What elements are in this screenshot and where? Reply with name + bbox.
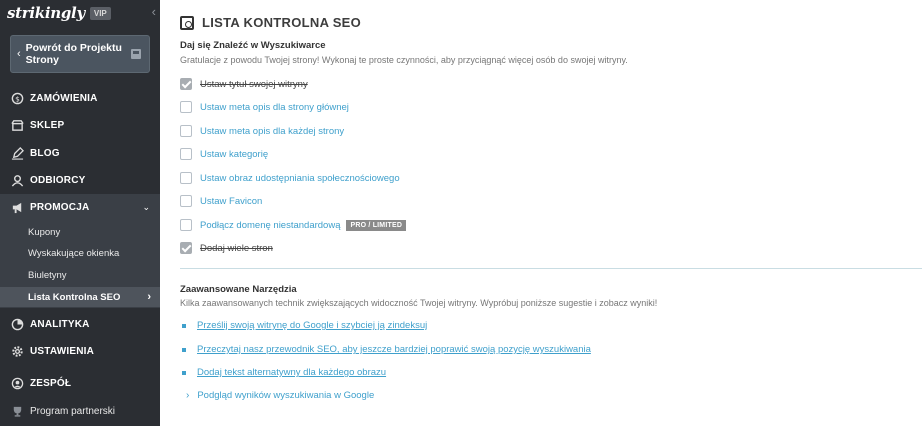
- chevron-left-icon: ‹: [17, 48, 21, 60]
- pen-icon: [10, 146, 24, 160]
- nav-label: ZESPÓŁ: [30, 377, 72, 389]
- sub-item-lista-kontrolna-seo[interactable]: Lista Kontrolna SEO ›: [0, 287, 160, 307]
- bullet: [182, 347, 186, 352]
- tool-link[interactable]: Prześlij swoją witrynę do Google i szybc…: [180, 320, 427, 331]
- checklist-item[interactable]: Dodaj wiele stron: [180, 241, 273, 255]
- find-section-title: Daj się Znaleźć w Wyszukiwarce: [180, 40, 326, 51]
- sub-item-label: Lista Kontrolna SEO: [28, 291, 121, 303]
- checklist-label[interactable]: Ustaw obraz udostępniania społecznościow…: [200, 173, 400, 184]
- tool-link-label[interactable]: Dodaj tekst alternatywny dla każdego obr…: [197, 367, 386, 378]
- nav-label: ODBIORCY: [30, 174, 86, 186]
- tools-section-title: Zaawansowane Narzędzia: [180, 284, 297, 295]
- find-section-desc: Gratulacje z powodu Twojej strony! Wykon…: [180, 55, 628, 65]
- checkbox[interactable]: [180, 148, 192, 160]
- back-to-project-button[interactable]: ‹ Powrót do Projektu Strony: [10, 35, 150, 73]
- checklist-item[interactable]: Ustaw kategorię: [180, 147, 268, 161]
- sub-item-wyskakujace-okienka[interactable]: Wyskakujące okienka: [0, 243, 160, 263]
- vip-badge: VIP: [89, 6, 111, 20]
- logo[interactable]: strikingly: [7, 4, 85, 22]
- checkbox-checked[interactable]: [180, 78, 192, 90]
- svg-text:$: $: [15, 94, 20, 103]
- checkbox[interactable]: [180, 172, 192, 184]
- checklist-label[interactable]: Ustaw kategorię: [200, 149, 268, 160]
- chart-icon: [10, 317, 24, 331]
- nav-item-analityka[interactable]: ANALITYKA: [0, 311, 160, 337]
- user-icon: [10, 173, 24, 187]
- checklist-label[interactable]: Podłącz domenę niestandardową: [200, 220, 340, 231]
- checkbox[interactable]: [180, 195, 192, 207]
- tool-link[interactable]: Dodaj tekst alternatywny dla każdego obr…: [180, 367, 386, 378]
- nav-item-promocja[interactable]: PROMOCJA ⌄: [0, 194, 160, 220]
- checklist-item[interactable]: Ustaw meta opis dla każdej strony: [180, 124, 344, 138]
- nav-item-ustawienia[interactable]: USTAWIENIA: [0, 338, 160, 364]
- chevron-right-icon: ›: [186, 390, 190, 401]
- checklist-item[interactable]: Ustaw meta opis dla strony głównej: [180, 100, 349, 114]
- page-header: LISTA KONTROLNA SEO: [180, 15, 361, 30]
- google-preview-label[interactable]: Podgląd wyników wyszukiwania w Google: [197, 390, 374, 401]
- logo-row: strikingly VIP ‹: [0, 0, 160, 26]
- nav-label: PROMOCJA: [30, 201, 90, 213]
- chevron-right-icon: ›: [147, 291, 151, 303]
- nav-item-sklep[interactable]: SKLEP: [0, 112, 160, 138]
- sidebar: strikingly VIP ‹ ‹ Powrót do Projektu St…: [0, 0, 160, 426]
- nav-label: SKLEP: [30, 119, 65, 131]
- checklist-item[interactable]: Podłącz domenę niestandardową PRO / LIMI…: [180, 218, 407, 232]
- collapse-sidebar-icon[interactable]: ‹: [152, 4, 156, 19]
- team-icon: [10, 376, 24, 390]
- chevron-down-icon: ⌄: [142, 201, 150, 212]
- checklist-label[interactable]: Dodaj wiele stron: [200, 243, 273, 254]
- nav-label: ANALITYKA: [30, 318, 90, 330]
- nav-item-blog[interactable]: BLOG: [0, 140, 160, 166]
- sub-item-kupony[interactable]: Kupony: [0, 222, 160, 242]
- checklist-label[interactable]: Ustaw tytuł swojej witryny: [200, 79, 308, 90]
- checklist-item[interactable]: Ustaw Favicon: [180, 194, 262, 208]
- checkbox[interactable]: [180, 125, 192, 137]
- tools-section-desc: Kilka zaawansowanych technik zwiększając…: [180, 298, 658, 308]
- nav-label: USTAWIENIA: [30, 345, 95, 357]
- dollar-icon: $: [10, 91, 24, 105]
- checklist-item[interactable]: Ustaw obraz udostępniania społecznościow…: [180, 171, 400, 185]
- partner-label: Program partnerski: [30, 405, 116, 417]
- sub-item-biuletyny[interactable]: Biuletyny: [0, 265, 160, 285]
- seo-search-icon: [180, 15, 194, 30]
- nav-label: ZAMÓWIENIA: [30, 92, 98, 104]
- page-title: LISTA KONTROLNA SEO: [202, 15, 362, 30]
- checkbox-checked[interactable]: [180, 242, 192, 254]
- store-icon: [10, 118, 24, 132]
- checklist-label[interactable]: Ustaw meta opis dla każdej strony: [200, 126, 344, 137]
- checklist-label[interactable]: Ustaw meta opis dla strony głównej: [200, 102, 349, 113]
- checkbox[interactable]: [180, 101, 192, 113]
- save-icon: [131, 49, 141, 59]
- nav-item-zespol[interactable]: ZESPÓŁ: [0, 370, 160, 396]
- nav-item-program-partnerski[interactable]: Program partnerski: [0, 398, 160, 424]
- checklist-item[interactable]: Ustaw tytuł swojej witryny: [180, 77, 308, 91]
- trophy-icon: [10, 404, 24, 418]
- google-preview-toggle[interactable]: › Podgląd wyników wyszukiwania w Google: [180, 390, 374, 401]
- tool-link-label[interactable]: Przeczytaj nasz przewodnik SEO, aby jesz…: [197, 344, 591, 355]
- main-content: LISTA KONTROLNA SEO Daj się Znaleźć w Wy…: [160, 0, 922, 426]
- pro-limited-badge: PRO / LIMITED: [346, 219, 407, 231]
- tool-link[interactable]: Przeczytaj nasz przewodnik SEO, aby jesz…: [180, 344, 591, 355]
- checkbox[interactable]: [180, 219, 192, 231]
- nav-item-odbiorcy[interactable]: ODBIORCY: [0, 167, 160, 193]
- section-divider: [180, 268, 922, 269]
- checklist-label[interactable]: Ustaw Favicon: [200, 196, 262, 207]
- megaphone-icon: [10, 200, 24, 214]
- back-button-label: Powrót do Projektu Strony: [25, 42, 122, 66]
- gear-icon: [10, 344, 24, 358]
- nav-label: BLOG: [30, 147, 60, 159]
- tool-link-label[interactable]: Prześlij swoją witrynę do Google i szybc…: [197, 320, 427, 331]
- bullet: [182, 370, 186, 375]
- promocja-submenu: Kupony Wyskakujące okienka Biuletyny Lis…: [0, 220, 160, 308]
- bullet: [182, 323, 186, 328]
- nav-item-zamowienia[interactable]: $ ZAMÓWIENIA: [0, 85, 160, 111]
